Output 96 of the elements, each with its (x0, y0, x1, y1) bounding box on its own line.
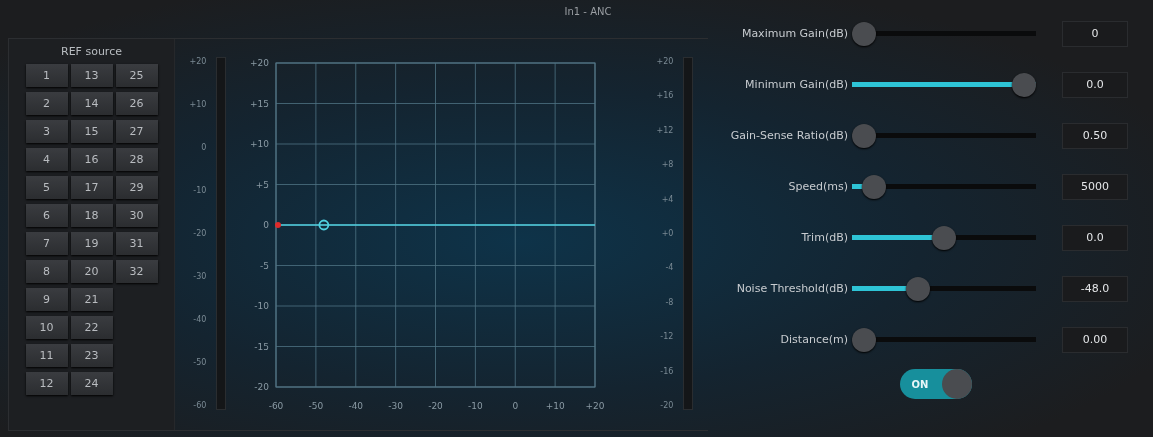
channel-button[interactable]: 19 (70, 232, 113, 255)
channel-button[interactable]: 30 (115, 204, 158, 227)
y-axis-label: +5 (255, 179, 269, 190)
y-axis-label: +10 (250, 139, 269, 149)
slider-thumb[interactable] (852, 123, 876, 148)
slider-thumb[interactable] (932, 225, 956, 250)
channel-button[interactable]: 22 (70, 316, 113, 339)
channel-button[interactable]: 24 (70, 372, 113, 395)
x-axis-label: 0 (512, 401, 519, 411)
meter-scale-label: +8 (661, 160, 674, 170)
channel-button[interactable]: 11 (25, 344, 68, 367)
meter-scale-label: +20 (656, 57, 674, 66)
y-axis-label: -10 (254, 301, 269, 311)
channel-button[interactable]: 5 (25, 176, 68, 199)
meter-scale-label: +10 (189, 100, 207, 109)
slider-label: Noise Threshold(dB) (735, 282, 848, 295)
x-axis-label: -40 (348, 401, 364, 411)
slider-thumb[interactable] (1012, 72, 1036, 97)
channel-button[interactable]: 26 (115, 92, 158, 115)
curve-handle[interactable] (318, 219, 330, 231)
channel-button[interactable]: 14 (70, 92, 113, 115)
x-axis-label: +20 (585, 401, 605, 411)
channel-button[interactable]: 17 (70, 176, 113, 199)
channel-button[interactable]: 18 (70, 204, 113, 227)
value-field[interactable]: 0.00 (1062, 326, 1128, 353)
power-toggle[interactable]: ON (899, 369, 972, 399)
channel-button[interactable]: 20 (70, 260, 113, 283)
channel-button[interactable]: 3 (25, 120, 68, 143)
channel-button[interactable]: 31 (115, 232, 158, 255)
slider-thumb[interactable] (906, 276, 931, 301)
value-field[interactable]: 5000 (1062, 173, 1128, 200)
value-field[interactable]: 0.0 (1062, 224, 1128, 251)
channel-button[interactable]: 16 (70, 148, 113, 171)
channel-button[interactable]: 8 (25, 260, 68, 283)
channel-button[interactable]: 4 (25, 148, 68, 171)
channel-button[interactable]: 10 (25, 316, 68, 339)
meter-scale-label: -4 (665, 263, 674, 273)
slider-thumb[interactable] (852, 327, 876, 352)
slider-thumb[interactable] (852, 21, 876, 46)
meter-scale-label: +20 (189, 57, 207, 66)
meter-scale-label: -50 (193, 358, 207, 367)
channel-button[interactable]: 28 (115, 148, 158, 171)
start-point (275, 222, 281, 228)
meter-scale-label: 0 (201, 143, 207, 152)
x-axis-label: -60 (268, 401, 284, 411)
slider-thumb[interactable] (861, 174, 886, 199)
x-axis-label: -30 (388, 401, 403, 411)
value-field[interactable]: 0.0 (1062, 71, 1128, 98)
y-axis-label: -5 (260, 260, 269, 271)
y-axis-label: +15 (250, 98, 269, 109)
panel-title: REF source (61, 45, 122, 58)
channel-button[interactable]: 25 (115, 64, 158, 87)
x-axis-label: -50 (308, 401, 324, 411)
meter-scale-label: -10 (193, 186, 207, 195)
meter-scale-label: +0 (661, 228, 674, 238)
meter-scale-label: -20 (193, 229, 207, 238)
meter-scale-label: -40 (193, 315, 207, 324)
meter-scale-label: +4 (661, 194, 674, 204)
x-axis-label: -10 (468, 401, 483, 411)
meter-scale-label: +16 (656, 91, 674, 101)
channel-button[interactable]: 6 (25, 204, 68, 227)
slider-label: Distance(m) (779, 333, 848, 346)
slider-label: Gain-Sense Ratio(dB) (729, 129, 848, 142)
meter-scale-label: -30 (193, 272, 207, 281)
slider-label: Minimum Gain(dB) (744, 78, 848, 91)
slider-label: Maximum Gain(dB) (740, 27, 848, 40)
window-title: In1 - ANC (563, 5, 613, 19)
value-field[interactable]: -48.0 (1062, 275, 1128, 302)
channel-button[interactable]: 15 (70, 120, 113, 143)
y-axis-label: -15 (254, 341, 269, 352)
channel-button[interactable]: 27 (115, 120, 158, 143)
meter-scale-label: -12 (660, 332, 674, 342)
x-axis-label: -20 (428, 401, 443, 411)
channel-button[interactable]: 23 (70, 344, 113, 367)
x-axis-label: +10 (545, 401, 565, 411)
slider-label: Trim(dB) (800, 231, 848, 244)
channel-button[interactable]: 2 (25, 92, 68, 115)
meter-scale-label: -8 (665, 297, 674, 307)
channel-button[interactable]: 32 (115, 260, 158, 283)
channel-button[interactable]: 7 (25, 232, 68, 255)
y-axis-label: 0 (263, 220, 269, 230)
value-field[interactable]: 0.50 (1062, 122, 1128, 149)
y-axis-label: -20 (254, 382, 269, 392)
meter-scale-label: +12 (656, 125, 674, 135)
channel-button[interactable]: 12 (25, 372, 68, 395)
meter-scale-label: -16 (660, 366, 674, 376)
value-field[interactable]: 0 (1062, 20, 1128, 47)
channel-button[interactable]: 9 (25, 288, 68, 311)
channel-button[interactable]: 13 (70, 64, 113, 87)
channel-button[interactable]: 1 (25, 64, 68, 87)
meter-scale-label: -60 (193, 401, 207, 410)
slider-label: Speed(ms) (787, 180, 848, 193)
channel-button[interactable]: 29 (115, 176, 158, 199)
y-axis-label: +20 (250, 58, 269, 68)
channel-button[interactable]: 21 (70, 288, 113, 311)
meter-scale-label: -20 (660, 400, 674, 410)
